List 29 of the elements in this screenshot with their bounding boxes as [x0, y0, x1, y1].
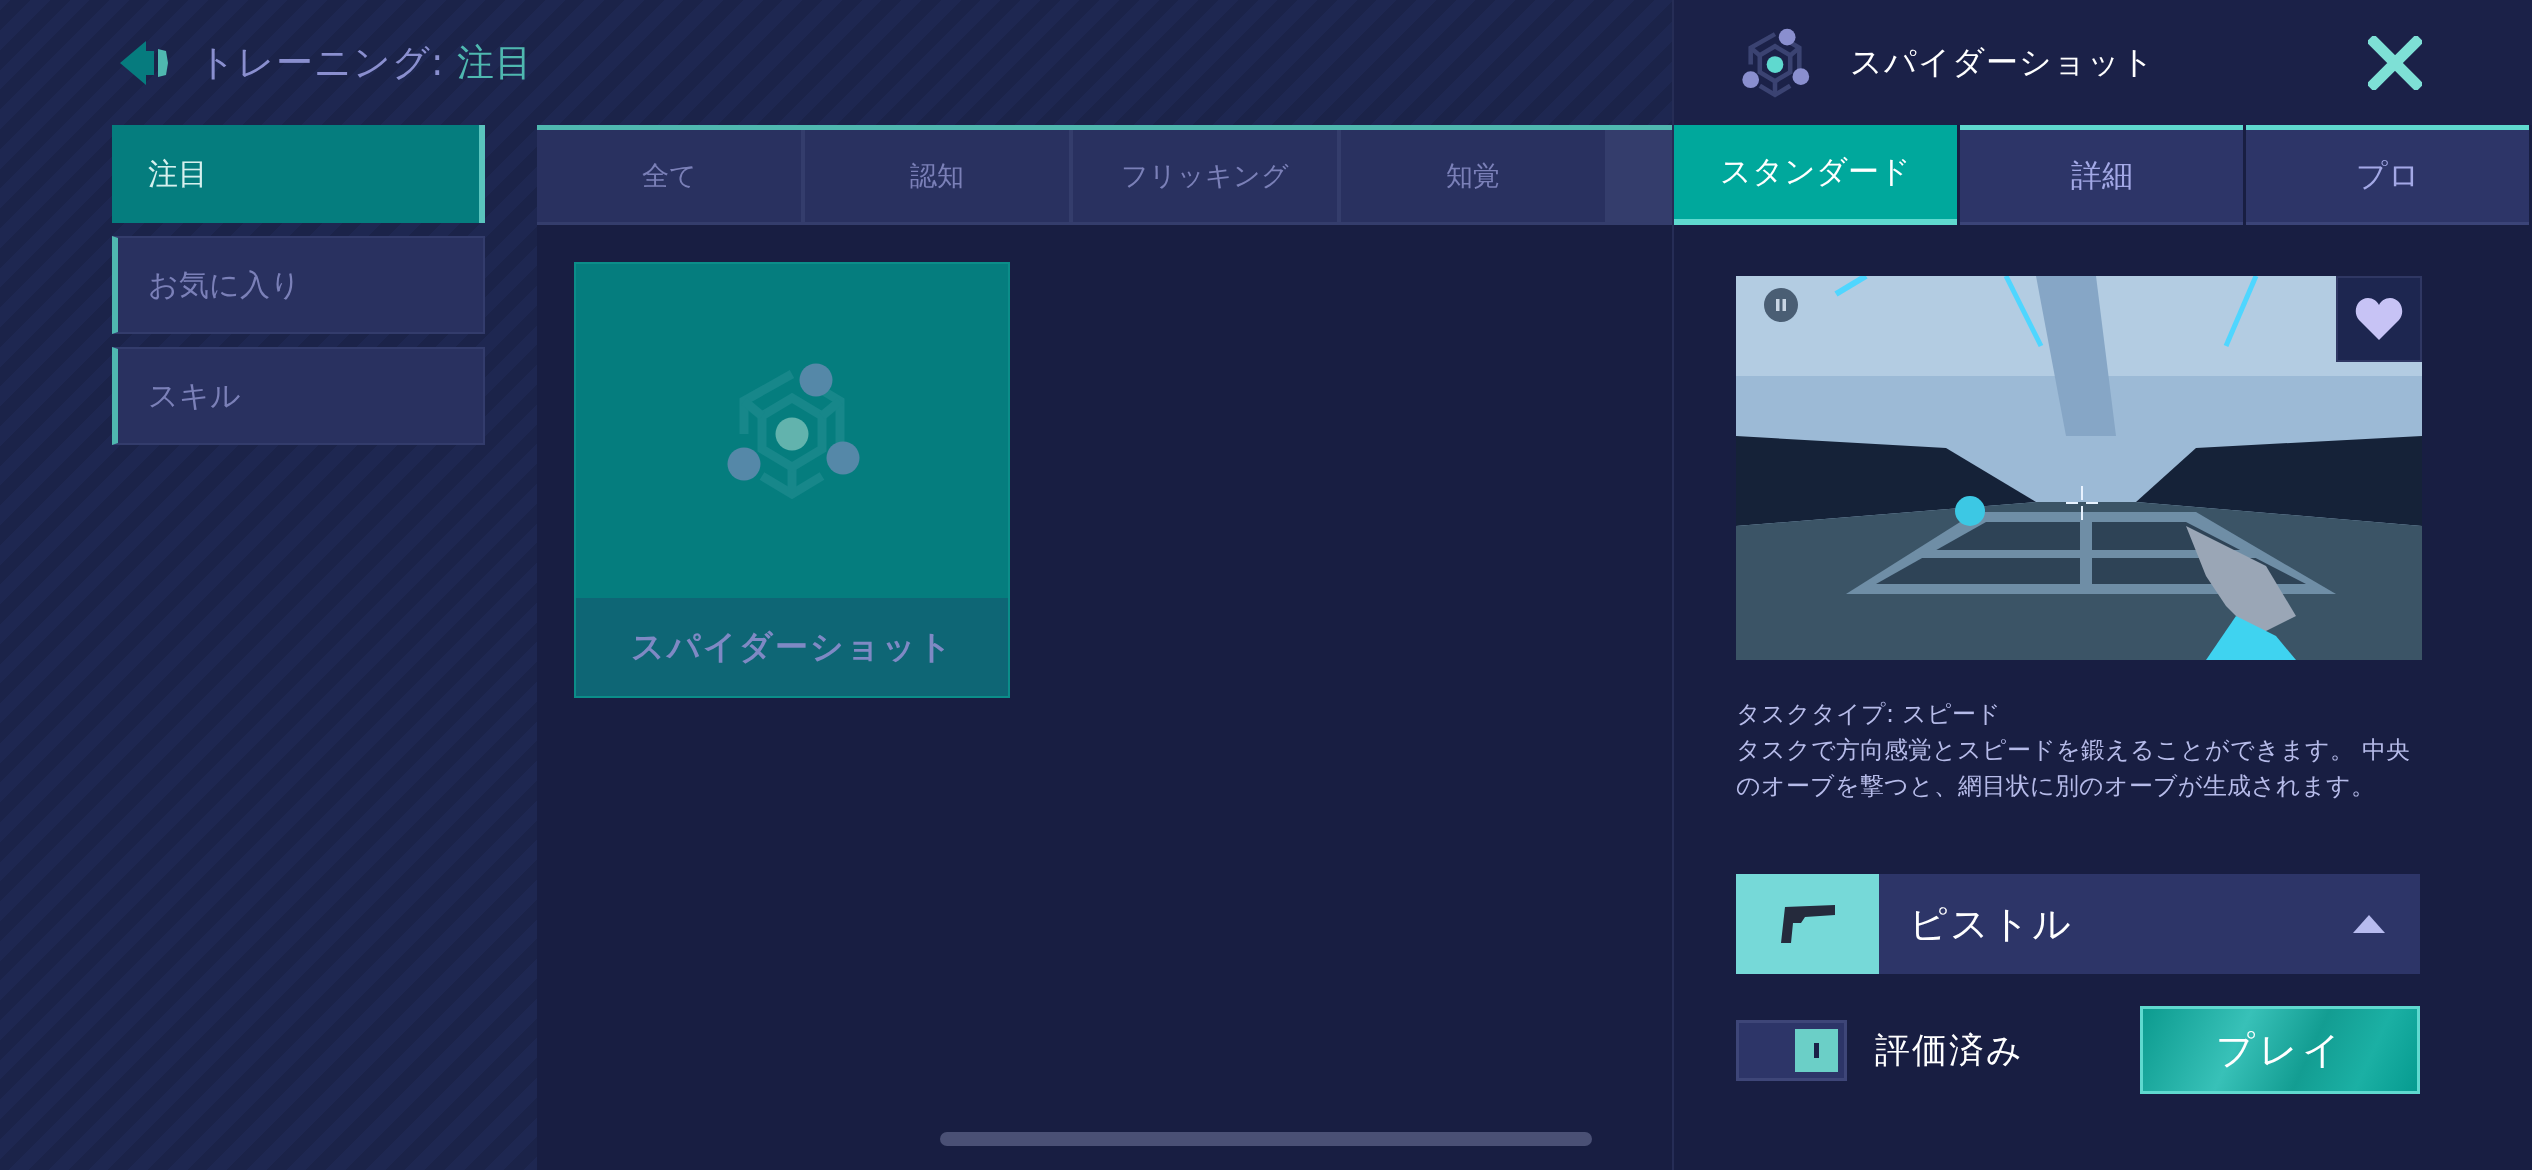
task-name: スパイダーショット	[576, 598, 1008, 696]
heart-icon	[2355, 298, 2403, 340]
pause-icon[interactable]	[1764, 288, 1798, 322]
sidebar-item[interactable]: 注目	[112, 125, 485, 223]
pistol-icon	[1778, 903, 1837, 945]
task-type: タスクタイプ: スピード	[1736, 699, 2002, 730]
sidebar-item[interactable]: お気に入り	[112, 236, 485, 334]
sidebar-item[interactable]: スキル	[112, 347, 485, 445]
task-card[interactable]: スパイダーショット	[574, 262, 1010, 698]
category-tab[interactable]: フリッキング	[1073, 130, 1337, 225]
category-tab[interactable]: 知覚	[1341, 130, 1605, 225]
close-icon[interactable]	[2368, 35, 2422, 90]
favorite-button[interactable]	[2336, 276, 2422, 362]
difficulty-tab[interactable]: スタンダード	[1674, 125, 1957, 225]
weapon-name: ピストル	[1908, 900, 2074, 948]
play-button[interactable]: プレイ	[2140, 1006, 2420, 1094]
task-description: タスクで方向感覚とスピードを鍛えることができます。 中央のオーブを撃つと、網目状に別のオーブが生成されます。	[1736, 735, 2411, 802]
caret-icon	[2353, 915, 2385, 933]
category-tab[interactable]: 全て	[537, 130, 801, 225]
rated-label: 評価済み	[1875, 1028, 2025, 1072]
back-icon[interactable]	[120, 40, 168, 85]
scrollbar[interactable]	[940, 1132, 1592, 1146]
difficulty-tab[interactable]: プロ	[2246, 125, 2529, 225]
weapon-selector[interactable]: ピストル	[1736, 874, 2420, 974]
difficulty-tab[interactable]: 詳細	[1960, 125, 2243, 225]
page-title: トレーニング: 注目	[198, 39, 534, 86]
category-tab[interactable]: 認知	[805, 130, 1069, 225]
panel-title: スパイダーショット	[1850, 41, 2156, 83]
rated-toggle[interactable]	[1736, 1019, 1847, 1081]
